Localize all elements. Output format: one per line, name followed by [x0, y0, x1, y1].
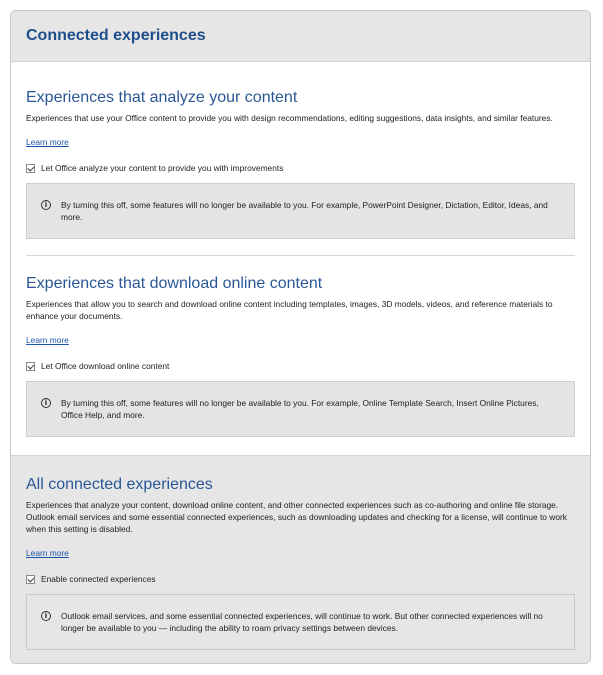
- enable-connected-checkbox-row[interactable]: Enable connected experiences: [26, 574, 575, 584]
- section-title: All connected experiences: [26, 476, 213, 493]
- dialog-header: Connected experiences: [11, 11, 590, 62]
- checkbox-label: Let Office download online content: [41, 361, 170, 371]
- learn-more-link[interactable]: Learn more: [26, 548, 69, 558]
- learn-more-link[interactable]: Learn more: [26, 335, 69, 345]
- dialog-title: Connected experiences: [26, 27, 206, 44]
- download-content-checkbox[interactable]: [26, 361, 35, 371]
- info-box: i Outlook email services, and some essen…: [26, 594, 575, 650]
- section-description: Experiences that analyze your content, d…: [26, 500, 567, 534]
- section-download-content: Experiences that download online content…: [11, 256, 590, 437]
- info-text: Outlook email services, and some essenti…: [61, 611, 543, 633]
- enable-connected-checkbox[interactable]: [26, 574, 35, 584]
- download-content-checkbox-row[interactable]: Let Office download online content: [26, 361, 575, 371]
- info-circle-icon: i: [41, 611, 51, 621]
- section-title: Experiences that download online content: [26, 275, 323, 292]
- connected-experiences-dialog: Connected experiences Experiences that a…: [10, 10, 591, 664]
- info-box: i By turning this off, some features wil…: [26, 183, 575, 239]
- info-circle-icon: i: [41, 200, 51, 210]
- section-title: Experiences that analyze your content: [26, 89, 298, 106]
- section-all-connected: All connected experiences Experiences th…: [11, 455, 590, 663]
- section-analyze-content: Experiences that analyze your content Ex…: [11, 62, 590, 239]
- checkbox-label: Let Office analyze your content to provi…: [41, 163, 284, 173]
- info-circle-icon: i: [41, 398, 51, 408]
- learn-more-link[interactable]: Learn more: [26, 137, 69, 147]
- section-description: Experiences that allow you to search and…: [26, 299, 553, 321]
- checkbox-label: Enable connected experiences: [41, 574, 156, 584]
- info-text: By turning this off, some features will …: [61, 200, 548, 222]
- analyze-content-checkbox[interactable]: [26, 163, 35, 173]
- analyze-content-checkbox-row[interactable]: Let Office analyze your content to provi…: [26, 163, 575, 173]
- info-box: i By turning this off, some features wil…: [26, 381, 575, 437]
- section-description: Experiences that use your Office content…: [26, 113, 553, 123]
- info-text: By turning this off, some features will …: [61, 398, 539, 420]
